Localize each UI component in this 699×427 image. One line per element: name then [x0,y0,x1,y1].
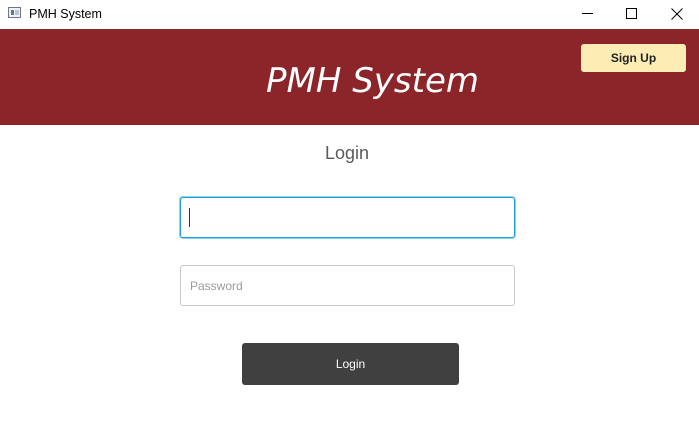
app-window-icon [8,7,21,18]
minimize-icon [582,13,593,14]
header-banner: PMH System Sign Up [0,29,699,125]
text-caret [189,208,190,227]
maximize-icon [626,8,637,19]
window-title: PMH System [29,7,102,21]
login-button[interactable]: Login [242,343,459,385]
maximize-button[interactable] [609,0,655,29]
login-heading: Login [324,143,370,163]
title-bar[interactable]: PMH System [0,0,699,29]
password-input[interactable] [180,265,515,306]
username-input[interactable] [180,197,515,238]
minimize-button[interactable] [564,0,610,29]
close-icon [671,8,683,20]
sign-up-button[interactable]: Sign Up [581,44,686,72]
close-button[interactable] [654,0,699,29]
app-window: PMH System PMH System Sign Up Login Logi… [0,0,699,427]
